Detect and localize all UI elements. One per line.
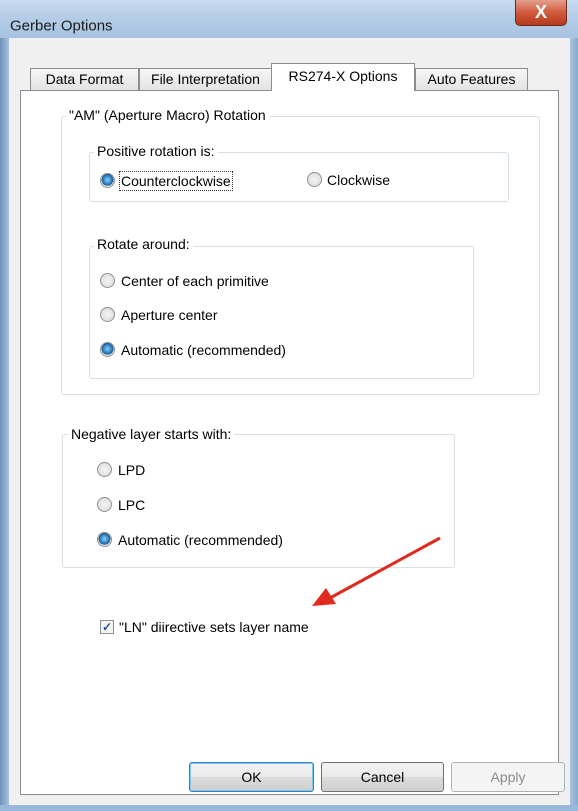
window-border-right [570,38,578,811]
label-counterclockwise-text: Counterclockwise [121,173,231,189]
label-lpc[interactable]: LPC [118,497,145,513]
window-border-bottom [0,805,578,811]
am-rotation-legend: "AM" (Aperture Macro) Rotation [66,107,269,123]
radio-aperture-center[interactable] [100,307,115,322]
annotation-arrow-shaft [329,536,441,600]
label-negative-automatic[interactable]: Automatic (recommended) [118,532,283,548]
label-rotate-automatic[interactable]: Automatic (recommended) [121,342,286,358]
ok-button[interactable]: OK [189,762,314,792]
tab-rs274x-options[interactable]: RS274-X Options [271,63,415,91]
radio-lpd[interactable] [97,462,112,477]
ln-checkbox-label[interactable]: "LN" diirective sets layer name [119,619,309,635]
cancel-button[interactable]: Cancel [321,762,444,792]
window-title: Gerber Options [10,17,113,35]
negative-layer-legend: Negative layer starts with: [68,426,235,442]
radio-lpc[interactable] [97,497,112,512]
radio-center-of-each-primitive[interactable] [100,273,115,288]
ln-checkbox[interactable]: ✓ [100,620,114,634]
tab-file-interpretation[interactable]: File Interpretation [139,68,272,90]
tab-data-format[interactable]: Data Format [30,68,139,90]
window-border-left [0,38,9,811]
annotation-arrow [312,536,441,606]
label-aperture-center[interactable]: Aperture center [121,307,218,323]
radio-clockwise[interactable] [307,172,322,187]
close-icon: X [534,2,547,22]
positive-rotation-legend: Positive rotation is: [94,143,218,159]
rotate-around-legend: Rotate around: [94,236,193,252]
close-button[interactable]: X [515,0,567,26]
radio-rotate-automatic[interactable] [100,342,115,357]
tab-auto-features[interactable]: Auto Features [415,68,528,90]
radio-negative-automatic[interactable] [97,532,112,547]
label-counterclockwise[interactable]: Counterclockwise [119,171,233,191]
label-center-of-each-primitive[interactable]: Center of each primitive [121,273,269,289]
apply-button[interactable]: Apply [451,762,565,792]
label-clockwise[interactable]: Clockwise [327,172,390,188]
label-lpd[interactable]: LPD [118,462,145,478]
radio-counterclockwise[interactable] [100,173,115,188]
